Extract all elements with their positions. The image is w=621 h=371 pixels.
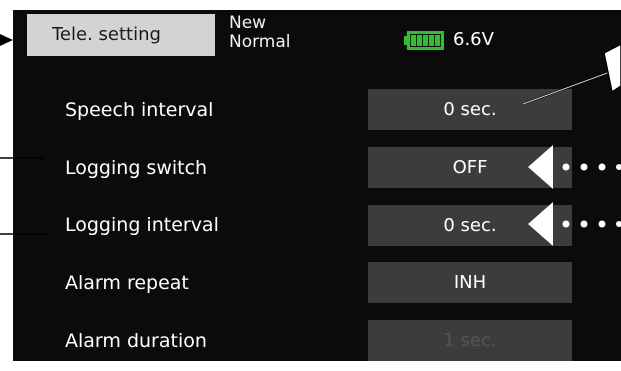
logging-interval-label: Logging interval xyxy=(65,214,219,236)
model-name: New xyxy=(229,13,267,33)
speech-interval-button[interactable]: 0 sec. xyxy=(368,89,572,130)
alarm-duration-button: 1 sec. xyxy=(368,320,572,361)
battery-full-icon xyxy=(404,31,444,50)
logging-switch-button[interactable]: OFF xyxy=(368,147,572,188)
callout-arrow-icon xyxy=(0,34,13,46)
speech-interval-label: Speech interval xyxy=(65,99,214,121)
model-type: Normal xyxy=(229,32,291,52)
alarm-repeat-label: Alarm repeat xyxy=(65,272,189,294)
logging-interval-button[interactable]: 0 sec. xyxy=(368,205,572,246)
logging-switch-label: Logging switch xyxy=(65,157,208,179)
page-title[interactable]: Tele. setting xyxy=(27,14,215,56)
alarm-repeat-button[interactable]: INH xyxy=(368,262,572,303)
battery-voltage: 6.6V xyxy=(453,29,494,50)
alarm-duration-label: Alarm duration xyxy=(65,330,207,352)
